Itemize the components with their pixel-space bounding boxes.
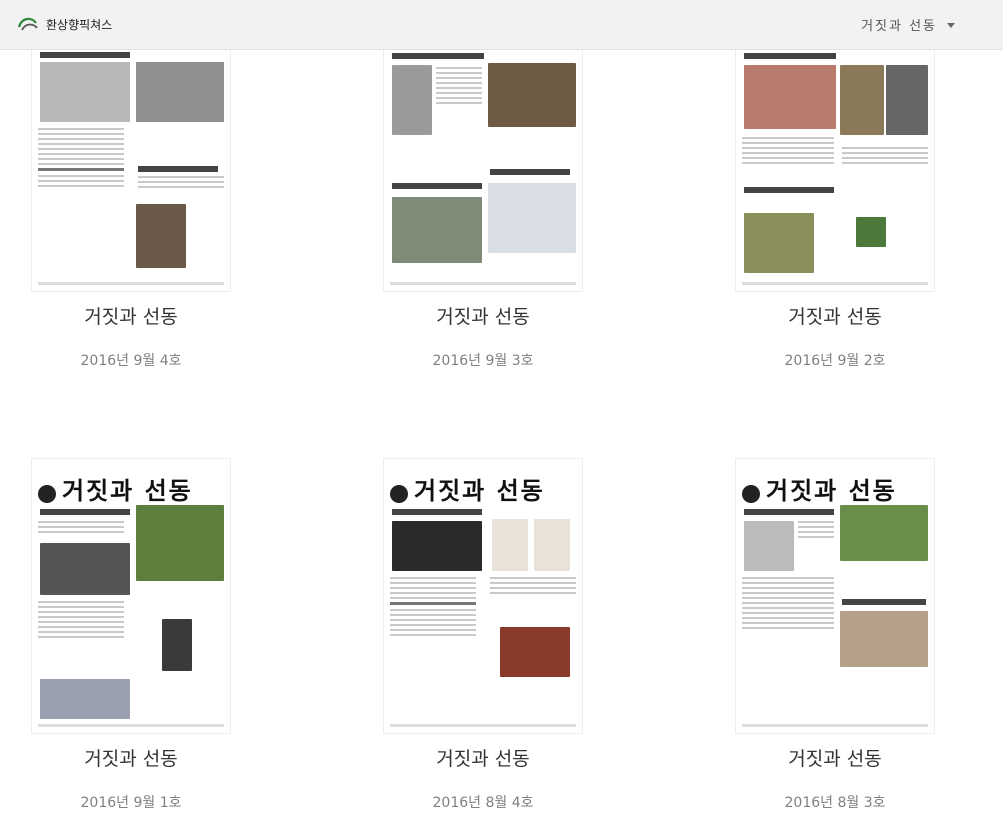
brand[interactable]: 환상향픽쳐스 bbox=[16, 13, 112, 35]
issue-thumbnail[interactable]: 거짓과 선동 bbox=[383, 458, 583, 734]
issue-date: 2016년 8월 3호 bbox=[784, 795, 886, 811]
seal-icon bbox=[390, 485, 408, 503]
newspaper-masthead: 거짓과 선동 bbox=[742, 463, 928, 503]
issue-title[interactable]: 거짓과 선동 bbox=[0, 302, 281, 330]
brand-name: 환상향픽쳐스 bbox=[46, 17, 113, 32]
issue-date: 2016년 9월 3호 bbox=[432, 353, 534, 369]
seal-icon bbox=[742, 485, 760, 503]
issue-date: 2016년 9월 4호 bbox=[80, 353, 182, 369]
top-navigation-bar: 환상향픽쳐스 거짓과 선동 bbox=[0, 0, 1003, 50]
seal-icon bbox=[38, 485, 56, 503]
issue-date: 2016년 9월 2호 bbox=[784, 353, 886, 369]
issue-card[interactable]: 거짓과 선동 거짓과 선동 2016년 9월 1호 bbox=[0, 458, 281, 812]
issue-title[interactable]: 거짓과 선동 bbox=[685, 744, 985, 772]
issue-title[interactable]: 거짓과 선동 bbox=[685, 302, 985, 330]
category-dropdown-label: 거짓과 선동 bbox=[861, 19, 937, 34]
newspaper-masthead: 거짓과 선동 bbox=[38, 463, 224, 503]
category-dropdown[interactable]: 거짓과 선동 bbox=[861, 15, 955, 34]
issue-card[interactable]: 거짓과 선동 2016년 9월 4호 bbox=[0, 46, 281, 370]
issue-date: 2016년 8월 4호 bbox=[432, 795, 534, 811]
issue-thumbnail[interactable] bbox=[383, 46, 583, 292]
masthead-title: 거짓과 선동 bbox=[414, 476, 545, 505]
issue-card[interactable]: 거짓과 선동 거짓과 선동 2016년 8월 3호 bbox=[685, 458, 985, 812]
issue-thumbnail[interactable]: 거짓과 선동 bbox=[735, 458, 935, 734]
issue-thumbnail[interactable]: 거짓과 선동 bbox=[31, 458, 231, 734]
issue-grid: 거짓과 선동 2016년 9월 4호 거짓과 선동 2016년 9월 3호 거짓… bbox=[0, 0, 1003, 830]
issue-card[interactable]: 거짓과 선동 2016년 9월 3호 bbox=[333, 46, 633, 370]
issue-title[interactable]: 거짓과 선동 bbox=[0, 744, 281, 772]
caret-down-icon bbox=[947, 23, 955, 28]
issue-title[interactable]: 거짓과 선동 bbox=[333, 302, 633, 330]
brand-logo-icon bbox=[17, 17, 38, 31]
issue-thumbnail[interactable] bbox=[31, 46, 231, 292]
issue-card[interactable]: 거짓과 선동 거짓과 선동 2016년 8월 4호 bbox=[333, 458, 633, 812]
issue-card[interactable]: 거짓과 선동 2016년 9월 2호 bbox=[685, 46, 985, 370]
issue-thumbnail[interactable] bbox=[735, 46, 935, 292]
issue-date: 2016년 9월 1호 bbox=[80, 795, 182, 811]
masthead-title: 거짓과 선동 bbox=[62, 476, 193, 505]
newspaper-masthead: 거짓과 선동 bbox=[390, 463, 576, 503]
masthead-title: 거짓과 선동 bbox=[766, 476, 897, 505]
issue-title[interactable]: 거짓과 선동 bbox=[333, 744, 633, 772]
